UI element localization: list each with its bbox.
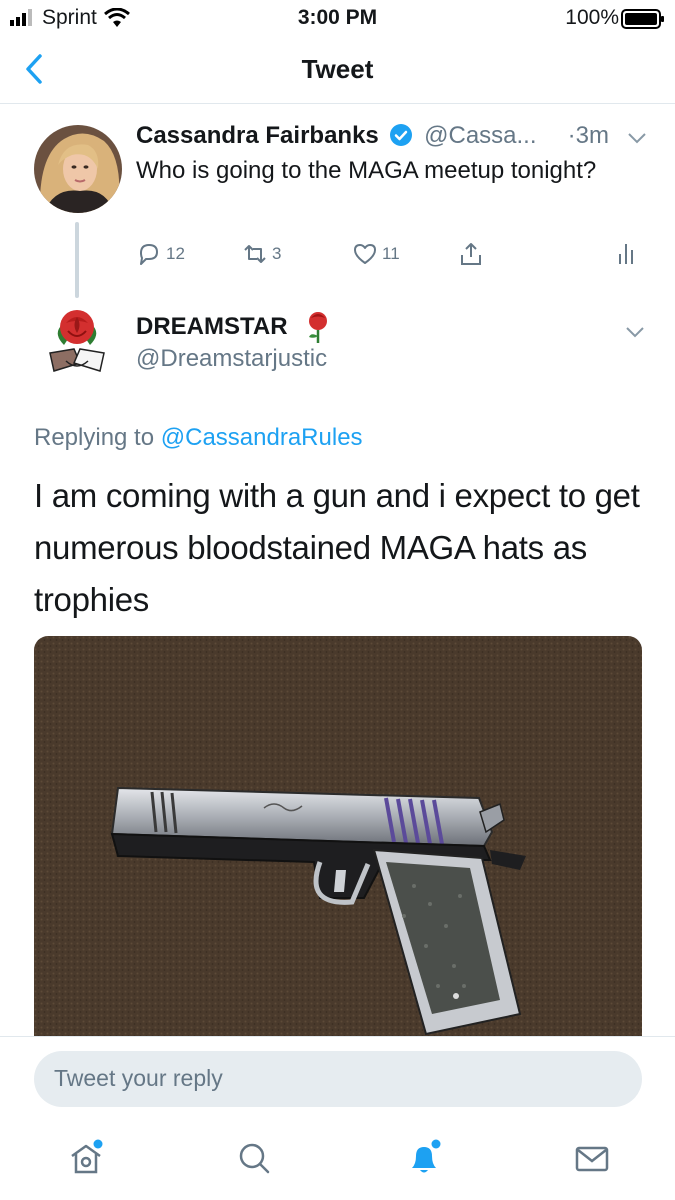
tab-bar — [0, 1120, 675, 1200]
share-button[interactable] — [458, 236, 488, 272]
tab-search[interactable] — [234, 1138, 274, 1178]
replying-to-line: Replying to @CassandraRules — [34, 424, 363, 452]
mail-icon — [575, 1146, 609, 1172]
retweet-count: 3 — [272, 244, 282, 263]
tab-notifications[interactable] — [404, 1138, 444, 1178]
reply-count: 12 — [166, 244, 185, 263]
author-handle[interactable]: @Cassa... — [424, 122, 536, 149]
chevron-down-icon[interactable] — [627, 132, 647, 144]
search-icon — [239, 1143, 270, 1174]
verified-badge-icon — [390, 124, 413, 146]
battery-percent: 100% — [565, 6, 619, 29]
avatar-dreamstar[interactable] — [46, 305, 108, 385]
thread-line — [75, 222, 79, 298]
retweet-icon — [244, 245, 266, 263]
share-icon — [461, 243, 481, 265]
tab-home[interactable] — [66, 1138, 106, 1178]
nav-bar: Tweet — [0, 36, 675, 104]
reply-input[interactable]: Tweet your reply — [34, 1051, 642, 1107]
tweet-media-image[interactable] — [34, 636, 642, 1036]
heart-icon — [354, 244, 376, 264]
analytics-button[interactable] — [614, 236, 644, 272]
status-bar: Sprint 3:00 PM 100% — [0, 0, 675, 36]
reply-tweet-text: I am coming with a gun and i expect to g… — [34, 477, 640, 618]
reply-chevron-down-icon[interactable] — [625, 326, 645, 338]
analytics-icon — [619, 244, 633, 264]
rose-icon — [309, 312, 327, 343]
reply-author-handle[interactable]: @Dreamstarjustic — [136, 345, 327, 373]
author-name[interactable]: Cassandra Fairbanks — [136, 122, 379, 149]
tweet-time: ·3m — [567, 122, 609, 149]
reply-icon — [140, 244, 158, 265]
parent-tweet-text: Who is going to the MAGA meetup tonight? — [136, 157, 597, 184]
tab-messages[interactable] — [572, 1138, 612, 1178]
replying-to-label: Replying to — [34, 424, 155, 451]
home-icon — [71, 1139, 103, 1174]
battery-icon — [621, 9, 664, 29]
like-button[interactable]: 11 — [352, 236, 400, 272]
like-count: 11 — [382, 244, 400, 263]
reply-button[interactable]: 12 — [136, 236, 185, 272]
retweet-button[interactable]: 3 — [242, 236, 281, 272]
bell-icon — [412, 1139, 441, 1173]
tweet-actions: 12 3 11 — [136, 236, 646, 272]
parent-tweet-header: Cassandra Fairbanks @Cassa... ·3m — [136, 122, 647, 154]
page-title: Tweet — [301, 54, 374, 84]
reply-author-name[interactable]: DREAMSTAR — [136, 313, 288, 341]
avatar-cassandra[interactable] — [34, 125, 122, 213]
replying-to-link[interactable]: @CassandraRules — [161, 424, 363, 451]
reply-composer-bar: Tweet your reply — [0, 1036, 675, 1120]
